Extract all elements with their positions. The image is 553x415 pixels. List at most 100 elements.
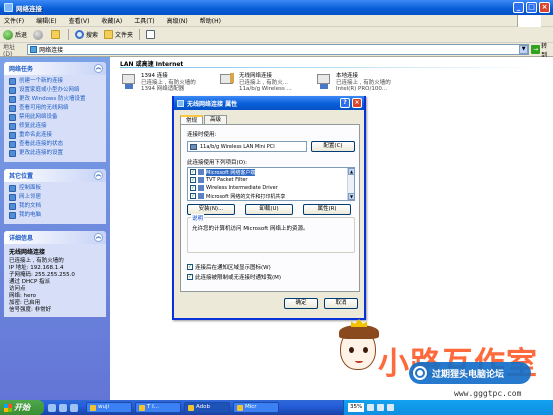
menu-favorites[interactable]: 收藏(A) xyxy=(101,16,122,25)
scroll-down-icon[interactable]: ▼ xyxy=(348,193,354,200)
menu-edit[interactable]: 编辑(E) xyxy=(36,16,56,25)
maximize-button[interactable]: □ xyxy=(526,2,537,13)
menu-view[interactable]: 查看(V) xyxy=(69,16,90,25)
item-checkbox[interactable]: ✓ xyxy=(190,169,196,175)
uninstall-button[interactable]: 卸载(U) xyxy=(245,204,293,215)
place-my-documents[interactable]: 我的文档 xyxy=(9,203,102,210)
item-checkbox[interactable]: ✓ xyxy=(190,177,196,183)
other-places-title: 其它位置 xyxy=(9,173,34,180)
back-label: 后退 xyxy=(15,32,28,39)
start-label: 开始 xyxy=(14,403,30,412)
details-header[interactable]: 详细信息 ︽ xyxy=(4,231,106,244)
place-label: 控制面板 xyxy=(19,185,42,191)
show-icon-checkbox[interactable]: ✓ 连接后在通知区域显示图标(W) xyxy=(187,263,271,271)
address-input[interactable]: 网络连接 ▼ xyxy=(27,44,530,55)
place-label: 网上邻居 xyxy=(19,194,42,200)
task-rename[interactable]: 重命名此连接 xyxy=(9,132,102,139)
back-arrow-icon xyxy=(3,29,13,40)
collapse-icon[interactable]: ︽ xyxy=(94,171,103,180)
properties-button[interactable]: 属性(R) xyxy=(303,204,351,215)
minimize-button[interactable]: _ xyxy=(513,2,524,13)
folders-icon xyxy=(104,30,114,39)
checkbox-box[interactable]: ✓ xyxy=(187,274,193,280)
my-computer-icon xyxy=(9,212,16,219)
menu-tools[interactable]: 工具(T) xyxy=(134,16,154,25)
forum-overlay-badge: 过期狸头电脑论坛 xyxy=(409,362,531,384)
app-icon xyxy=(139,404,145,411)
notify-checkbox[interactable]: ✓ 此连接被限制或无连接时通知我(M) xyxy=(187,273,281,281)
list-scrollbar[interactable]: ▲ ▼ xyxy=(347,168,354,200)
list-item[interactable]: ✓ Microsoft 网络客户端 xyxy=(188,168,354,176)
help-button[interactable]: ? xyxy=(340,98,350,108)
connection-device: 11a/b/g Wireless ... xyxy=(239,86,292,92)
windows-flag-icon xyxy=(4,403,12,412)
folders-button[interactable]: 文件夹 xyxy=(104,30,133,39)
collapse-icon[interactable]: ︽ xyxy=(94,233,103,242)
menu-file[interactable]: 文件(F) xyxy=(4,16,24,25)
menu-advanced[interactable]: 高级(N) xyxy=(167,16,188,25)
place-network-neighborhood[interactable]: 网上邻居 xyxy=(9,194,102,201)
taskbar-item-label: Micr xyxy=(245,404,257,410)
menu-help[interactable]: 帮助(H) xyxy=(200,16,221,25)
up-folder-button[interactable] xyxy=(51,30,62,39)
other-places-header[interactable]: 其它位置 ︽ xyxy=(4,169,106,182)
network-neighborhood-icon xyxy=(9,194,16,201)
scroll-up-icon[interactable]: ▲ xyxy=(348,168,354,175)
wireless-connection-icon xyxy=(218,73,236,91)
task-disable-device[interactable]: 禁用此网络设备 xyxy=(9,114,102,121)
windows-logo-icon xyxy=(517,15,541,27)
connection-local[interactable]: 本地连接 已连接上 , 有防火墙的 Intel(R) PRO/100... xyxy=(315,73,405,93)
ime-indicator[interactable]: 35% xyxy=(348,403,365,412)
start-button[interactable]: 开始 xyxy=(0,400,44,415)
task-view-status[interactable]: 查看此连接的状态 xyxy=(9,141,102,148)
ie-icon[interactable] xyxy=(48,403,56,412)
search-label: 搜索 xyxy=(86,32,99,39)
task-label: 禁用此网络设备 xyxy=(19,114,58,120)
toolbar-separator xyxy=(68,29,70,40)
task-firewall[interactable]: 更改 Windows 防火墙设置 xyxy=(9,96,102,103)
checkbox-box[interactable]: ✓ xyxy=(187,264,193,270)
firewall-icon xyxy=(9,96,16,103)
taskbar-item[interactable]: T I... xyxy=(135,402,181,413)
settings-icon xyxy=(9,150,16,157)
place-control-panel[interactable]: 控制面板 xyxy=(9,185,102,192)
list-item[interactable]: ✓ Wireless Intermediate Driver xyxy=(188,184,354,192)
item-checkbox[interactable]: ✓ xyxy=(190,185,196,191)
back-button[interactable]: 后退 xyxy=(3,29,28,40)
connection-1394[interactable]: 1394 连接 已连接上 , 有防火墙的 1394 网络适配器 xyxy=(120,73,210,93)
collapse-icon[interactable]: ︽ xyxy=(94,64,103,73)
search-icon xyxy=(75,30,85,39)
desktop-icon[interactable] xyxy=(59,403,67,412)
forward-button[interactable] xyxy=(33,29,45,40)
checkbox-label: 连接后在通知区域显示图标(W) xyxy=(195,265,271,271)
network-tasks-header[interactable]: 网络任务 ︽ xyxy=(4,62,106,75)
list-item[interactable]: ✓ Microsoft 网络的文件和打印机共享 xyxy=(188,192,354,200)
tray-icon[interactable] xyxy=(387,404,395,411)
tray-icon[interactable] xyxy=(367,404,375,411)
taskbar-item[interactable]: wuji xyxy=(86,402,132,413)
search-button[interactable]: 搜索 xyxy=(75,30,98,39)
media-icon[interactable] xyxy=(70,403,78,412)
task-create-connection[interactable]: 创建一个新的连接 xyxy=(9,78,102,85)
cancel-button[interactable]: 取消 xyxy=(324,298,358,309)
task-home-network[interactable]: 设置家庭或小型办公网络 xyxy=(9,87,102,94)
tray-icon[interactable] xyxy=(377,404,385,411)
place-my-computer[interactable]: 我的电脑 xyxy=(9,212,102,219)
taskbar-item[interactable]: Micr xyxy=(233,402,279,413)
item-checkbox[interactable]: ✓ xyxy=(190,193,196,199)
task-repair[interactable]: 修复此连接 xyxy=(9,123,102,130)
go-button[interactable]: → 转到 xyxy=(531,41,553,59)
dialog-close-button[interactable]: × xyxy=(352,98,362,108)
task-view-wireless[interactable]: 查看可用的无线网络 xyxy=(9,105,102,112)
list-item[interactable]: ✓ TVT Packet Filter xyxy=(188,176,354,184)
close-button[interactable]: × xyxy=(539,2,550,13)
toolbar: 后退 搜索 文件夹 xyxy=(0,27,553,43)
tab-advanced[interactable]: 高级 xyxy=(204,115,228,124)
taskbar-item[interactable]: Adob xyxy=(184,402,230,413)
ok-button[interactable]: 确定 xyxy=(284,298,318,309)
task-change-settings[interactable]: 更改此连接的设置 xyxy=(9,150,102,157)
chevron-down-icon[interactable]: ▼ xyxy=(519,45,529,54)
configure-button[interactable]: 配置(C) xyxy=(311,141,355,152)
connection-wireless[interactable]: 无线网络连接 已连接上 , 有防火... 11a/b/g Wireless ..… xyxy=(218,73,308,93)
views-button[interactable] xyxy=(146,30,157,39)
